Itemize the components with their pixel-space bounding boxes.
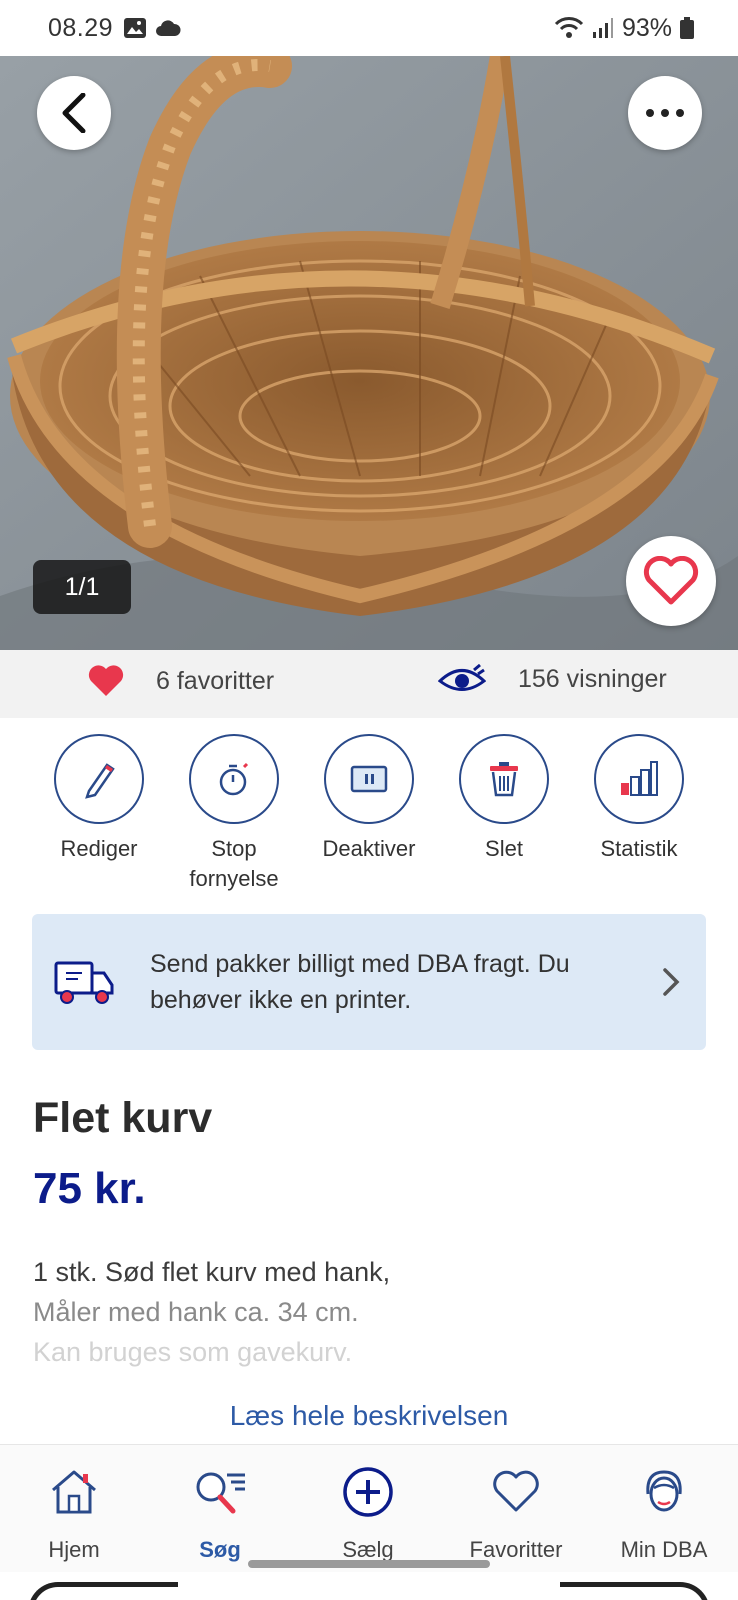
- battery-percent: 93%: [621, 13, 672, 42]
- read-full-description-link[interactable]: Læs hele beskrivelsen: [0, 1400, 738, 1432]
- listing-photo[interactable]: 1/1: [0, 56, 738, 650]
- edit-button[interactable]: [54, 734, 144, 824]
- heart-outline-icon: [643, 556, 699, 605]
- delete-label: Slet: [485, 836, 523, 861]
- signal-icon: [592, 18, 613, 38]
- nav-home-label: Hjem: [48, 1537, 100, 1562]
- stop-renewal-button[interactable]: [189, 734, 279, 824]
- nav-my-dba[interactable]: Min DBA: [590, 1463, 738, 1563]
- delete-action[interactable]: Slet: [437, 734, 571, 864]
- edit-action[interactable]: Rediger: [32, 734, 166, 864]
- deactivate-button[interactable]: [324, 734, 414, 824]
- nav-search[interactable]: Søg: [146, 1463, 294, 1563]
- stats-strip: 6 favoritter 156 visninger: [0, 650, 738, 718]
- listing-actions: Rediger Stop fornyelse Deaktiver Slet St…: [0, 734, 738, 904]
- heart-icon: [493, 1470, 539, 1512]
- pause-icon: [350, 765, 388, 793]
- home-icon: [52, 1470, 96, 1514]
- stopwatch-icon: [219, 762, 249, 796]
- nav-my-dba-label: Min DBA: [620, 1537, 708, 1562]
- statistics-label: Statistik: [600, 836, 678, 861]
- favorite-button[interactable]: [626, 536, 716, 626]
- chevron-right-icon: [663, 968, 680, 996]
- listing-description: 1 stk. Sød flet kurv med hank, Måler med…: [33, 1252, 713, 1372]
- more-dots-icon: [646, 109, 684, 117]
- listing-price: 75 kr.: [33, 1164, 146, 1213]
- statistics-button[interactable]: [594, 734, 684, 824]
- statistics-action[interactable]: Statistik: [572, 734, 706, 864]
- home-indicator[interactable]: [248, 1560, 490, 1568]
- listing-title: Flet kurv: [33, 1094, 213, 1142]
- plus-circle-icon: [343, 1467, 393, 1517]
- cloud-notification-icon: [156, 20, 181, 36]
- favorites-count: 6 favoritter: [156, 666, 275, 695]
- battery-icon: [680, 17, 694, 39]
- back-arrow-icon: [62, 93, 86, 133]
- pencil-icon: [85, 763, 115, 799]
- nav-sell[interactable]: Sælg: [294, 1463, 442, 1563]
- bar-chart-icon: [621, 761, 658, 796]
- shipping-banner-text: Send pakker billigt med DBA fragt. Du be…: [150, 950, 570, 1014]
- status-time: 08.29: [48, 13, 114, 42]
- profile-icon: [646, 1470, 682, 1512]
- back-button[interactable]: [37, 76, 111, 150]
- views-count: 156 visninger: [518, 664, 667, 693]
- trash-icon: [490, 762, 518, 797]
- stop-renewal-action[interactable]: Stop fornyelse: [167, 734, 301, 894]
- delete-button[interactable]: [459, 734, 549, 824]
- shipping-banner[interactable]: Send pakker billigt med DBA fragt. Du be…: [32, 914, 706, 1050]
- heart-filled-icon: [88, 665, 124, 696]
- eye-icon: [438, 664, 486, 691]
- favorites-stat: 6 favoritter: [88, 664, 274, 698]
- description-line: 1 stk. Sød flet kurv med hank,: [33, 1257, 391, 1287]
- stop-renewal-label: Stop fornyelse: [189, 836, 279, 891]
- deactivate-action[interactable]: Deaktiver: [302, 734, 436, 864]
- search-icon: [196, 1472, 245, 1514]
- more-options-button[interactable]: [628, 76, 702, 150]
- bottom-navigation: Hjem Søg Sælg Favoritter Min DBA: [0, 1444, 738, 1572]
- views-stat: 156 visninger: [438, 664, 667, 694]
- deactivate-label: Deaktiver: [322, 836, 416, 861]
- wifi-icon: [554, 17, 584, 38]
- status-bar: 08.29 93%: [0, 0, 738, 56]
- delivery-truck-icon: [54, 961, 114, 1004]
- description-line: Kan bruges som gavekurv.: [33, 1337, 353, 1367]
- nav-favorites[interactable]: Favoritter: [442, 1463, 590, 1563]
- image-counter: 1/1: [33, 560, 131, 614]
- nav-home[interactable]: Hjem: [0, 1463, 148, 1563]
- description-line: Måler med hank ca. 34 cm.: [33, 1297, 359, 1327]
- gallery-notification-icon: [124, 18, 147, 38]
- edit-label: Rediger: [60, 836, 138, 861]
